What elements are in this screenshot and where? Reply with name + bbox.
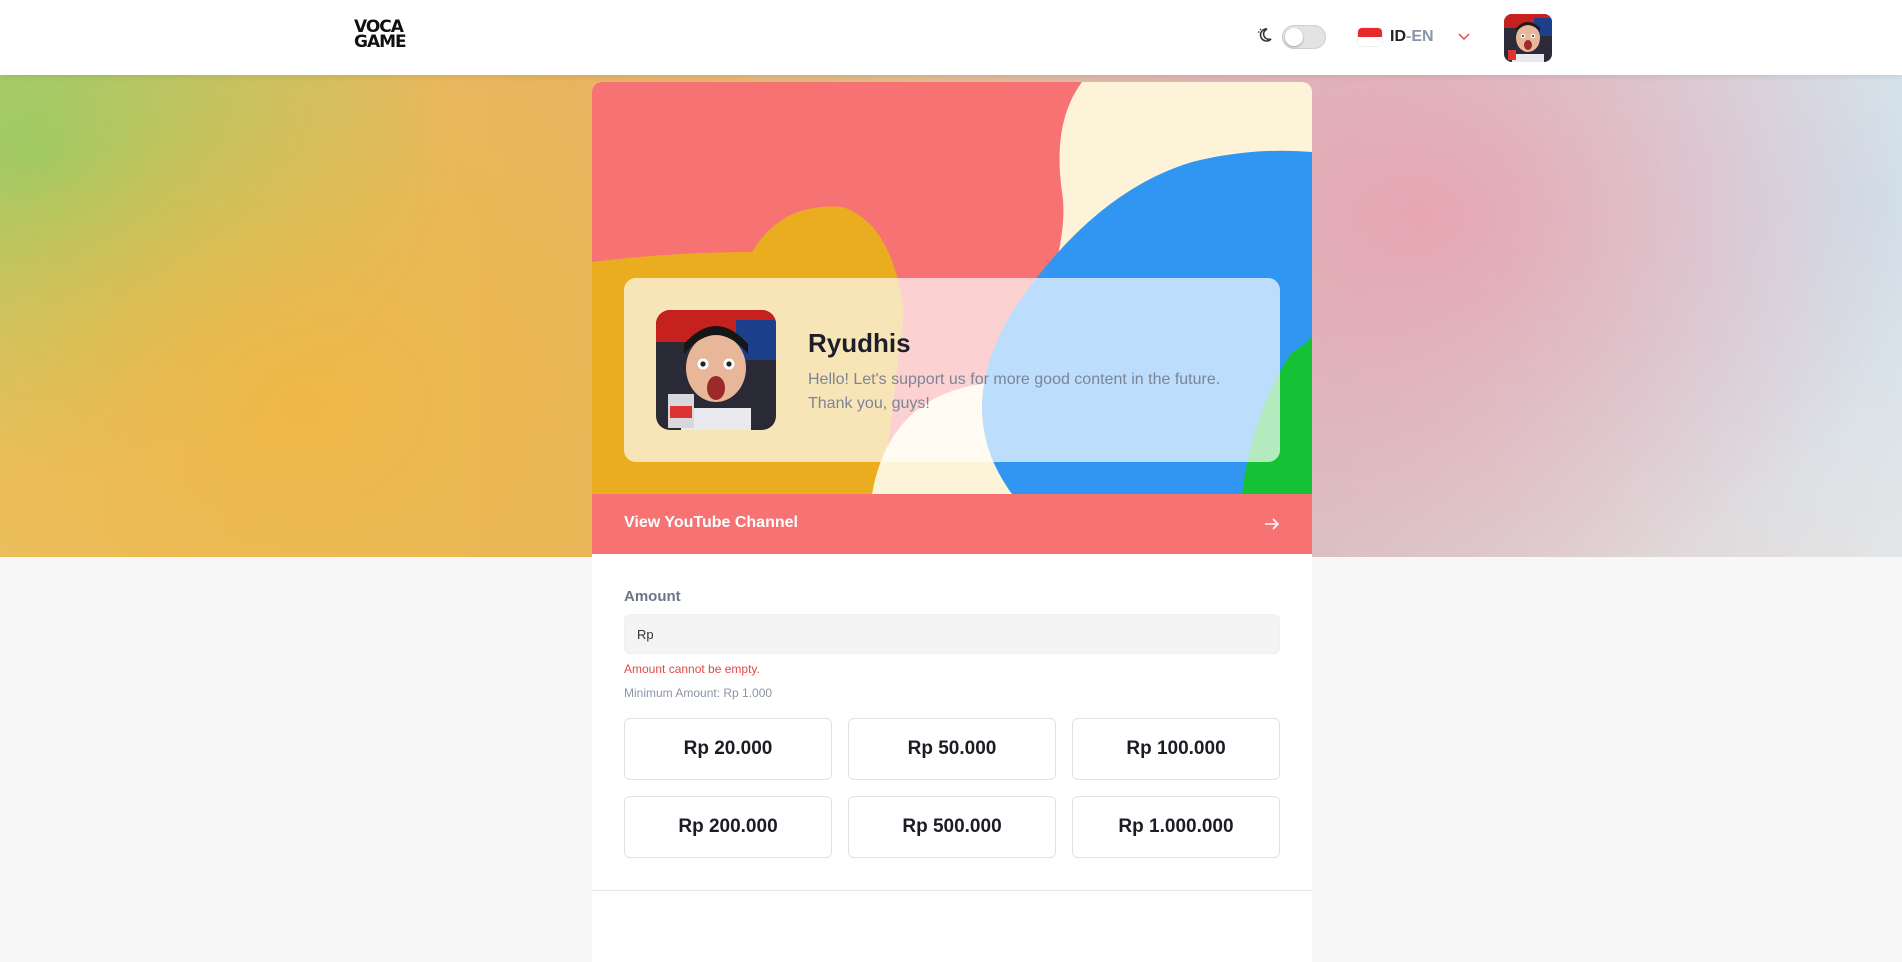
language-selector[interactable]: ID-EN [1390, 28, 1434, 46]
section-divider [592, 890, 1312, 891]
amount-error-message: Amount cannot be empty. [624, 662, 760, 676]
profile-banner: Ryudhis Hello! Let's support us for more… [592, 82, 1312, 494]
top-navbar: VOCA GAME ID-EN [0, 0, 1902, 75]
preset-amount-button[interactable]: Rp 1.000.000 [1072, 796, 1280, 858]
preset-amount-button[interactable]: Rp 50.000 [848, 718, 1056, 780]
toggle-knob [1285, 28, 1303, 46]
creator-description: Hello! Let's support us for more good co… [808, 371, 1221, 412]
creator-profile-panel: Ryudhis Hello! Let's support us for more… [624, 278, 1280, 462]
donation-card: Ryudhis Hello! Let's support us for more… [592, 82, 1312, 962]
moon-icon [1257, 27, 1275, 45]
chevron-down-icon[interactable] [1456, 28, 1472, 44]
creator-name: Ryudhis [808, 328, 911, 358]
view-youtube-channel-button[interactable]: View YouTube Channel [592, 494, 1312, 554]
preset-amount-button[interactable]: Rp 100.000 [1072, 718, 1280, 780]
minimum-amount-note: Minimum Amount: Rp 1.000 [624, 686, 773, 700]
dark-mode-toggle[interactable] [1282, 25, 1326, 49]
amount-input[interactable] [624, 614, 1280, 654]
arrow-right-icon [1262, 514, 1282, 534]
user-avatar[interactable] [1504, 14, 1552, 62]
youtube-button-label: View YouTube Channel [624, 514, 798, 531]
indonesia-flag-icon [1358, 28, 1382, 46]
preset-amount-button[interactable]: Rp 500.000 [848, 796, 1056, 858]
preset-amount-button[interactable]: Rp 200.000 [624, 796, 832, 858]
amount-label: Amount [624, 588, 681, 605]
preset-amount-button[interactable]: Rp 20.000 [624, 718, 832, 780]
creator-avatar [656, 310, 776, 430]
vocagame-logo[interactable]: VOCA GAME [354, 19, 414, 54]
